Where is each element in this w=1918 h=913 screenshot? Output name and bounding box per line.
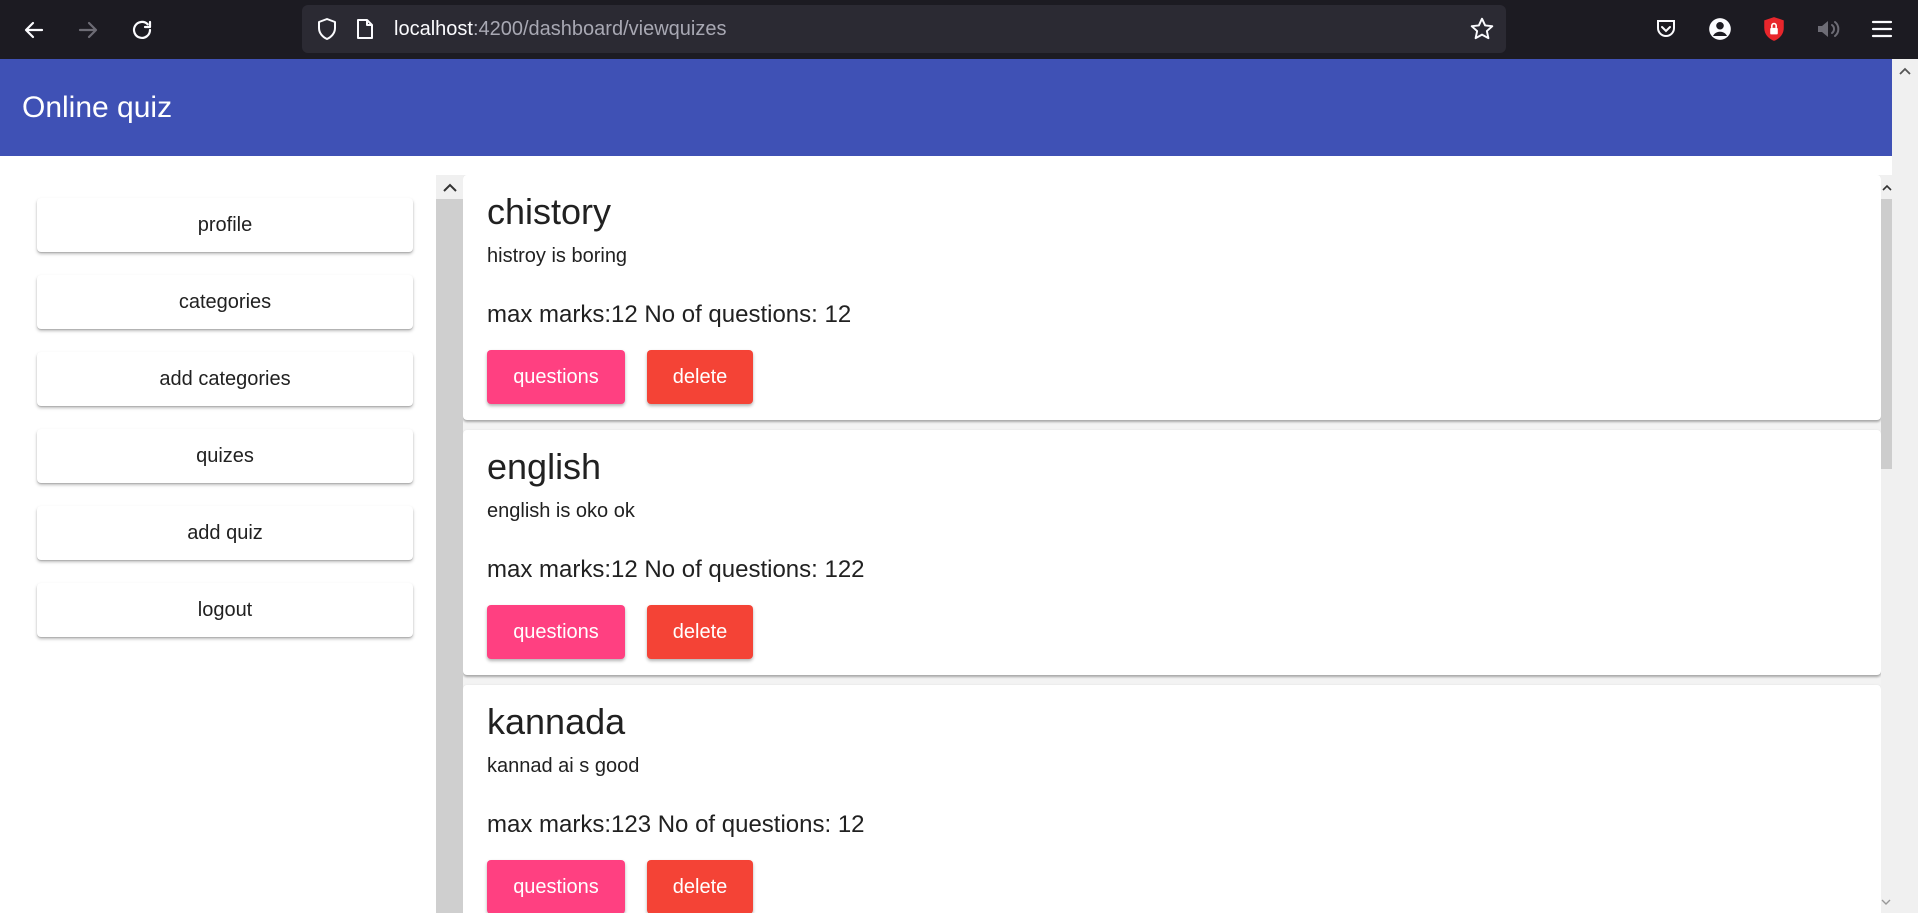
- sidebar-item-categories[interactable]: categories: [37, 275, 413, 329]
- delete-button[interactable]: delete: [647, 350, 753, 404]
- pocket-icon[interactable]: [1649, 12, 1683, 46]
- url-path: :4200/dashboard/viewquizes: [472, 18, 727, 40]
- questions-button[interactable]: questions: [487, 605, 625, 659]
- quiz-card: english english is oko ok max marks:12 N…: [463, 430, 1881, 675]
- quiz-description: kannad ai s good: [487, 755, 640, 777]
- sidebar-item-quizes[interactable]: quizes: [37, 429, 413, 483]
- app-toolbar: Online quiz: [0, 59, 1892, 156]
- url-text[interactable]: localhost:4200/dashboard/viewquizes: [394, 5, 726, 53]
- quiz-meta: max marks:123 No of questions: 12: [487, 811, 865, 838]
- menu-icon[interactable]: [1865, 12, 1899, 46]
- quiz-card: chistory histroy is boring max marks:12 …: [463, 175, 1881, 420]
- delete-button[interactable]: delete: [647, 605, 753, 659]
- quiz-description: histroy is boring: [487, 245, 628, 267]
- delete-button[interactable]: delete: [647, 860, 753, 913]
- quiz-card: kannada kannad ai s good max marks:123 N…: [463, 685, 1881, 913]
- chevron-up-icon[interactable]: [1881, 175, 1892, 199]
- page-icon: [348, 12, 382, 46]
- questions-button[interactable]: questions: [487, 860, 625, 913]
- browser-toolbar: localhost:4200/dashboard/viewquizes: [0, 0, 1918, 59]
- scroll-up-arrow-icon[interactable]: [1892, 59, 1918, 83]
- star-icon[interactable]: [1465, 12, 1499, 46]
- speaker-icon[interactable]: [1811, 12, 1845, 46]
- questions-button[interactable]: questions: [487, 350, 625, 404]
- sidebar-item-logout[interactable]: logout: [37, 583, 413, 637]
- extension-shield-icon[interactable]: [1757, 12, 1791, 46]
- url-host: localhost: [394, 18, 473, 40]
- app-title: Online quiz: [22, 91, 173, 124]
- quiz-description: english is oko ok: [487, 500, 635, 522]
- inner-scrollbar[interactable]: [1881, 175, 1892, 913]
- chevron-up-icon[interactable]: [436, 175, 463, 199]
- quiz-title: chistory: [487, 191, 612, 232]
- back-arrow-icon[interactable]: [14, 10, 54, 50]
- forward-arrow-icon[interactable]: [68, 10, 108, 50]
- chevron-down-icon[interactable]: [1881, 893, 1892, 913]
- quiz-title: kannada: [487, 701, 626, 742]
- content-scrollbar[interactable]: [436, 175, 463, 913]
- reload-icon[interactable]: [122, 10, 162, 50]
- shield-icon[interactable]: [310, 12, 344, 46]
- quiz-meta: max marks:12 No of questions: 122: [487, 556, 865, 583]
- account-icon[interactable]: [1703, 12, 1737, 46]
- page-scrollbar[interactable]: [1892, 59, 1918, 913]
- sidebar-item-add-quiz[interactable]: add quiz: [37, 506, 413, 560]
- url-bar[interactable]: localhost:4200/dashboard/viewquizes: [302, 5, 1506, 53]
- sidebar-item-profile[interactable]: profile: [37, 198, 413, 252]
- sidebar-nav: profile categories add categories quizes…: [37, 198, 413, 660]
- quiz-list: chistory histroy is boring max marks:12 …: [463, 175, 1881, 913]
- quiz-title: english: [487, 446, 602, 487]
- sidebar-item-add-categories[interactable]: add categories: [37, 352, 413, 406]
- scrollbar-thumb[interactable]: [1881, 199, 1892, 469]
- quiz-meta: max marks:12 No of questions: 12: [487, 301, 852, 328]
